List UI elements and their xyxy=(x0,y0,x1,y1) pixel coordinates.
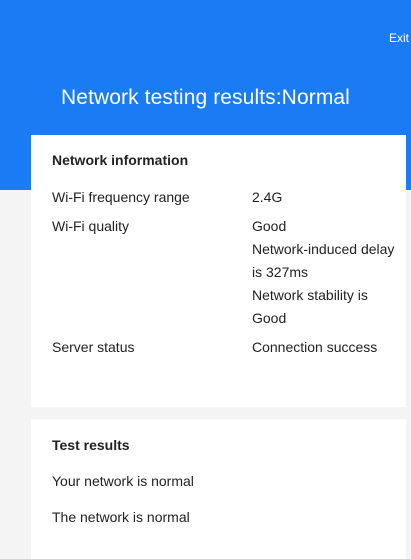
network-information-card: Network information Wi-Fi frequency rang… xyxy=(31,135,406,407)
info-row-server-status: Server status Connection success xyxy=(52,336,396,359)
info-value-line: Network stability is Good xyxy=(252,287,368,326)
result-line: The network is normal xyxy=(52,509,190,525)
exit-link[interactable]: Exit xyxy=(389,31,409,45)
info-label: Server status xyxy=(52,339,135,355)
info-value: 2.4G xyxy=(252,186,396,209)
info-label: Wi-Fi quality xyxy=(52,218,130,234)
test-results-title: Test results xyxy=(52,437,130,453)
info-value-line: Good xyxy=(252,218,287,234)
page-title: Network testing results:Normal xyxy=(61,86,350,109)
network-information-title: Network information xyxy=(52,152,189,168)
info-value: Connection success xyxy=(252,336,396,359)
info-value: Good Network-induced delay is 327ms Netw… xyxy=(252,215,396,330)
info-label: Wi-Fi frequency range xyxy=(52,189,190,205)
info-row-wifi-quality: Wi-Fi quality Good Network-induced delay… xyxy=(52,215,396,330)
info-value-line: Connection success xyxy=(252,339,378,355)
test-results-card: Test results Your network is normal The … xyxy=(31,419,406,559)
info-value-line: Network-induced delay is 327ms xyxy=(252,241,395,280)
result-line: Your network is normal xyxy=(52,473,194,489)
info-row-wifi-frequency: Wi-Fi frequency range 2.4G xyxy=(52,186,396,209)
info-value-line: 2.4G xyxy=(252,189,283,205)
